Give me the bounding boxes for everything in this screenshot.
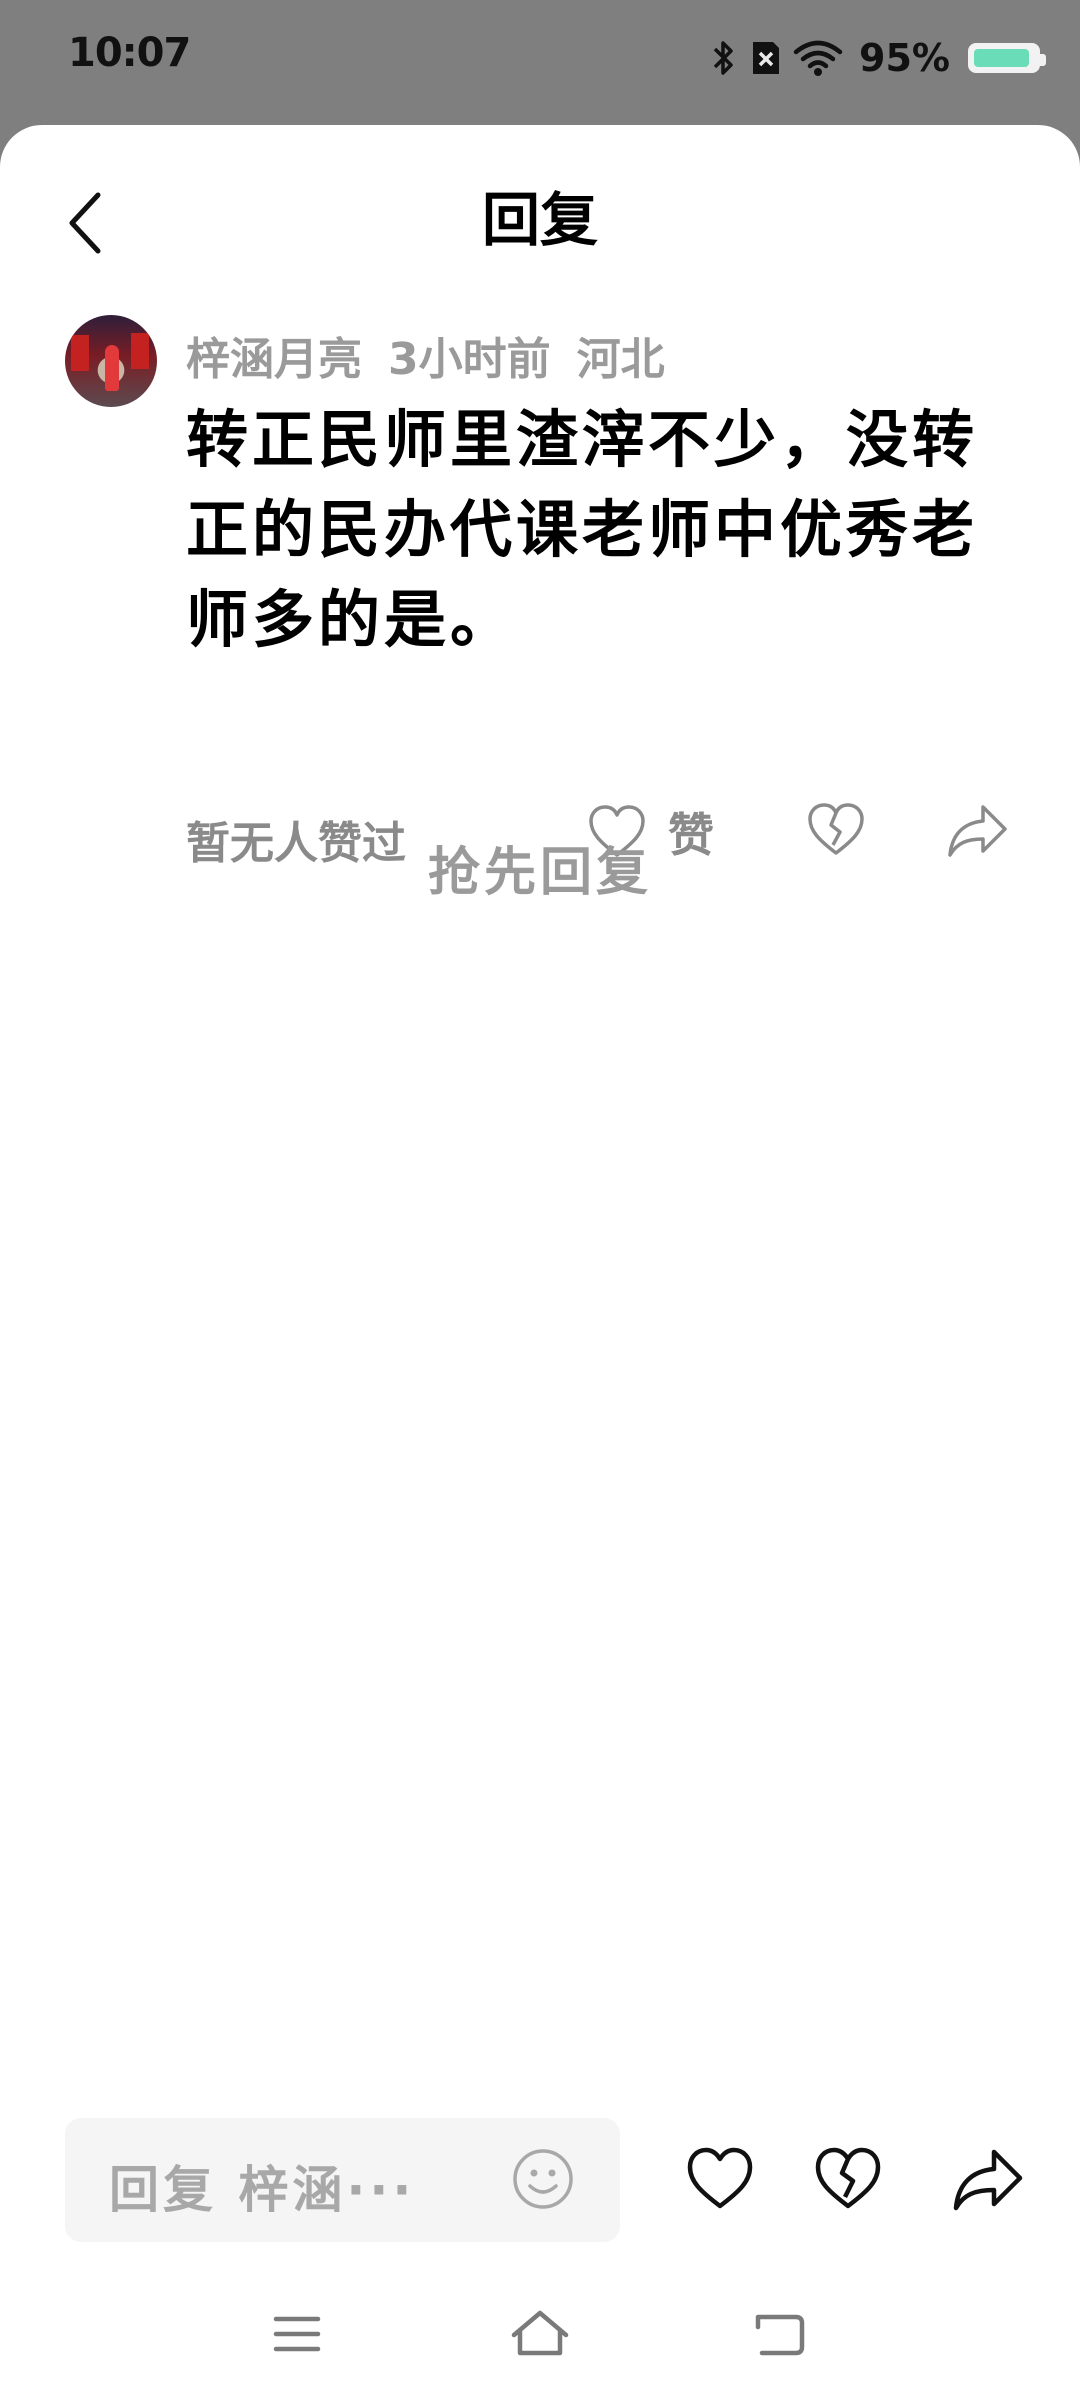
comment-text: 转正民师里渣滓不少，没转正的民办代课老师中优秀老师多的是。: [186, 403, 979, 656]
home-icon: [511, 2310, 569, 2356]
battery-fill: [974, 49, 1030, 67]
sim-off-icon: [753, 42, 780, 74]
avatar-detail: [105, 345, 119, 391]
nav-menu-button[interactable]: [272, 2313, 322, 2359]
bottom-share-button[interactable]: [950, 2144, 1026, 2218]
emoji-button[interactable]: [510, 2146, 576, 2216]
bottom-dislike-button[interactable]: [812, 2144, 884, 2218]
menu-icon: [273, 2316, 321, 2352]
status-icons: 95%: [709, 30, 1046, 86]
battery-icon: [968, 43, 1046, 73]
header: 回复: [0, 125, 1080, 305]
reply-input[interactable]: 回复 梓涵···: [65, 2118, 620, 2242]
share-icon: [953, 2149, 1023, 2211]
reply-sheet: 回复 梓涵月亮 3小时前 河北 转正民师里渣滓不少，没转正的民办代课老师中优秀老师多…: [0, 125, 1080, 2400]
avatar-detail: [131, 333, 149, 369]
reply-placeholder: 回复 梓涵···: [109, 2161, 416, 2219]
battery-tip: [1040, 54, 1046, 66]
wifi-icon: [793, 40, 843, 76]
nav-home-button[interactable]: [508, 2307, 572, 2363]
battery-percent: 95%: [859, 36, 950, 80]
status-time: 10:07: [68, 30, 191, 76]
bottom-like-button[interactable]: [684, 2144, 756, 2218]
author-name[interactable]: 梓涵月亮: [186, 334, 362, 385]
first-reply-prompt[interactable]: 抢先回复: [0, 830, 1080, 905]
heart-icon: [687, 2147, 753, 2209]
bluetooth-icon: [713, 41, 733, 75]
avatar-detail: [71, 335, 89, 371]
system-nav-bar: [0, 2275, 1080, 2400]
comment-location: 河北: [576, 334, 665, 385]
emoji-icon: [513, 2149, 573, 2209]
bottom-bar: 回复 梓涵···: [0, 2110, 1080, 2250]
comment-meta: 梓涵月亮 3小时前 河北: [186, 323, 691, 387]
back-icon: [755, 2314, 805, 2356]
comment-time: 3小时前: [388, 334, 551, 385]
nav-back-button[interactable]: [752, 2309, 808, 2363]
broken-heart-icon: [815, 2147, 881, 2209]
avatar[interactable]: [65, 315, 157, 407]
status-bar: 10:07 95%: [0, 0, 1080, 125]
page-title: 回复: [481, 186, 598, 254]
